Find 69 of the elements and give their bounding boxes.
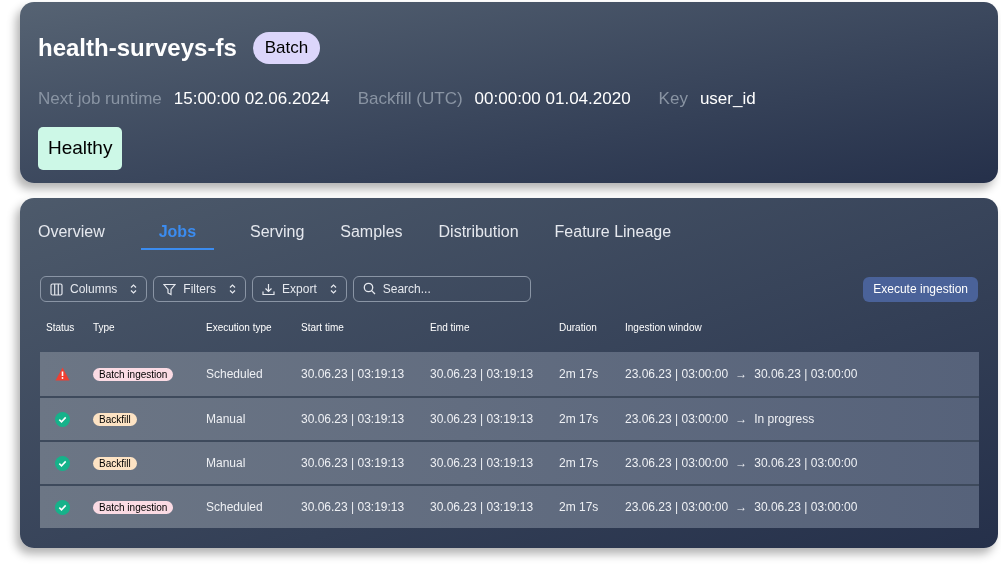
window-start-cell-text: 23.06.23 | 03:00:00: [625, 366, 729, 383]
meta-label: Key: [658, 87, 688, 110]
window-end-cell-text: 30.06.23 | 03:00:00: [754, 499, 858, 516]
arrow-icon: →: [735, 365, 748, 383]
filter-icon: [163, 282, 177, 296]
chevron-icon: [130, 284, 138, 294]
execution-type-cell: Manual: [206, 412, 246, 426]
arrow-icon: →: [735, 454, 748, 472]
column-header: Start time: [301, 321, 344, 333]
type-tag: Backfill: [93, 457, 137, 470]
tab[interactable]: Feature Lineage: [554, 216, 672, 250]
execute-ingestion-button[interactable]: Execute ingestion: [863, 276, 978, 302]
meta-value: user_id: [699, 87, 756, 110]
type-tag: Batch ingestion: [93, 501, 174, 514]
chevron-icon: [229, 284, 237, 294]
chevron-icon: [329, 284, 337, 294]
duration-cell: 2m 17s: [559, 456, 599, 470]
window-end-cell-text: 30.06.23 | 03:00:00: [754, 455, 858, 472]
column-header: Status: [46, 321, 75, 333]
download-icon: [262, 282, 276, 296]
duration-cell: 2m 17s: [559, 412, 599, 426]
window-start-cell-text: 23.06.23 | 03:00:00: [625, 455, 729, 472]
start-time-cell: 30.06.23 | 03:19:13: [301, 367, 405, 381]
window-start-cell-text: 23.06.23 | 03:00:00: [625, 499, 729, 516]
meta-label: Next job runtime: [38, 87, 162, 110]
execution-type-cell: Manual: [206, 456, 246, 470]
column-header: Execution type: [206, 321, 272, 333]
check-circle-icon: [55, 499, 70, 515]
dropdown-button[interactable]: Columns: [40, 276, 148, 302]
tab[interactable]: Samples: [340, 216, 403, 250]
batch-badge: Batch: [252, 32, 321, 64]
tab[interactable]: Serving: [250, 216, 305, 250]
window-start-cell-text: 23.06.23 | 03:00:00: [625, 411, 729, 428]
dropdown-button[interactable]: Export: [252, 276, 347, 302]
window-end-cell-text: 30.06.23 | 03:00:00: [754, 366, 858, 383]
warning-icon: [55, 367, 70, 381]
arrow-icon: →: [735, 498, 748, 516]
type-tag: Batch ingestion: [93, 368, 174, 381]
tab[interactable]: Distribution: [438, 216, 519, 250]
duration-cell: 2m 17s: [559, 500, 599, 514]
search-field[interactable]: Search...: [352, 276, 531, 302]
end-time-cell: 30.06.23 | 03:19:13: [430, 412, 534, 426]
execution-type-cell: Scheduled: [206, 367, 263, 381]
end-time-cell: 30.06.23 | 03:19:13: [430, 500, 534, 514]
duration-cell: 2m 17s: [559, 367, 599, 381]
column-header: Duration: [559, 321, 597, 333]
columns-icon: [50, 282, 63, 296]
column-header: Ingestion window: [625, 321, 702, 333]
window-end-cell-text: In progress: [754, 411, 815, 428]
start-time-cell: 30.06.23 | 03:19:13: [301, 500, 405, 514]
feature-set-title: health-surveys-fs: [38, 32, 237, 63]
start-time-cell: 30.06.23 | 03:19:13: [301, 456, 405, 470]
check-circle-icon: [55, 455, 70, 471]
type-tag: Backfill: [93, 413, 137, 426]
tab[interactable]: Overview: [38, 216, 105, 250]
health-badge: Healthy: [38, 127, 123, 170]
dropdown-button[interactable]: Filters: [153, 276, 247, 302]
execution-type-cell: Scheduled: [206, 500, 263, 514]
end-time-cell: 30.06.23 | 03:19:13: [430, 456, 534, 470]
check-circle-icon: [55, 411, 70, 427]
column-header: Type: [93, 321, 115, 333]
start-time-cell: 30.06.23 | 03:19:13: [301, 412, 405, 426]
arrow-icon: →: [735, 410, 748, 428]
meta-label: Backfill (UTC): [357, 87, 463, 110]
search-icon: [362, 282, 376, 295]
meta-value: 15:00:00 02.06.2024: [173, 87, 330, 110]
meta-value: 00:00:00 01.04.2020: [474, 87, 631, 110]
end-time-cell: 30.06.23 | 03:19:13: [430, 367, 534, 381]
column-header: End time: [430, 321, 470, 333]
